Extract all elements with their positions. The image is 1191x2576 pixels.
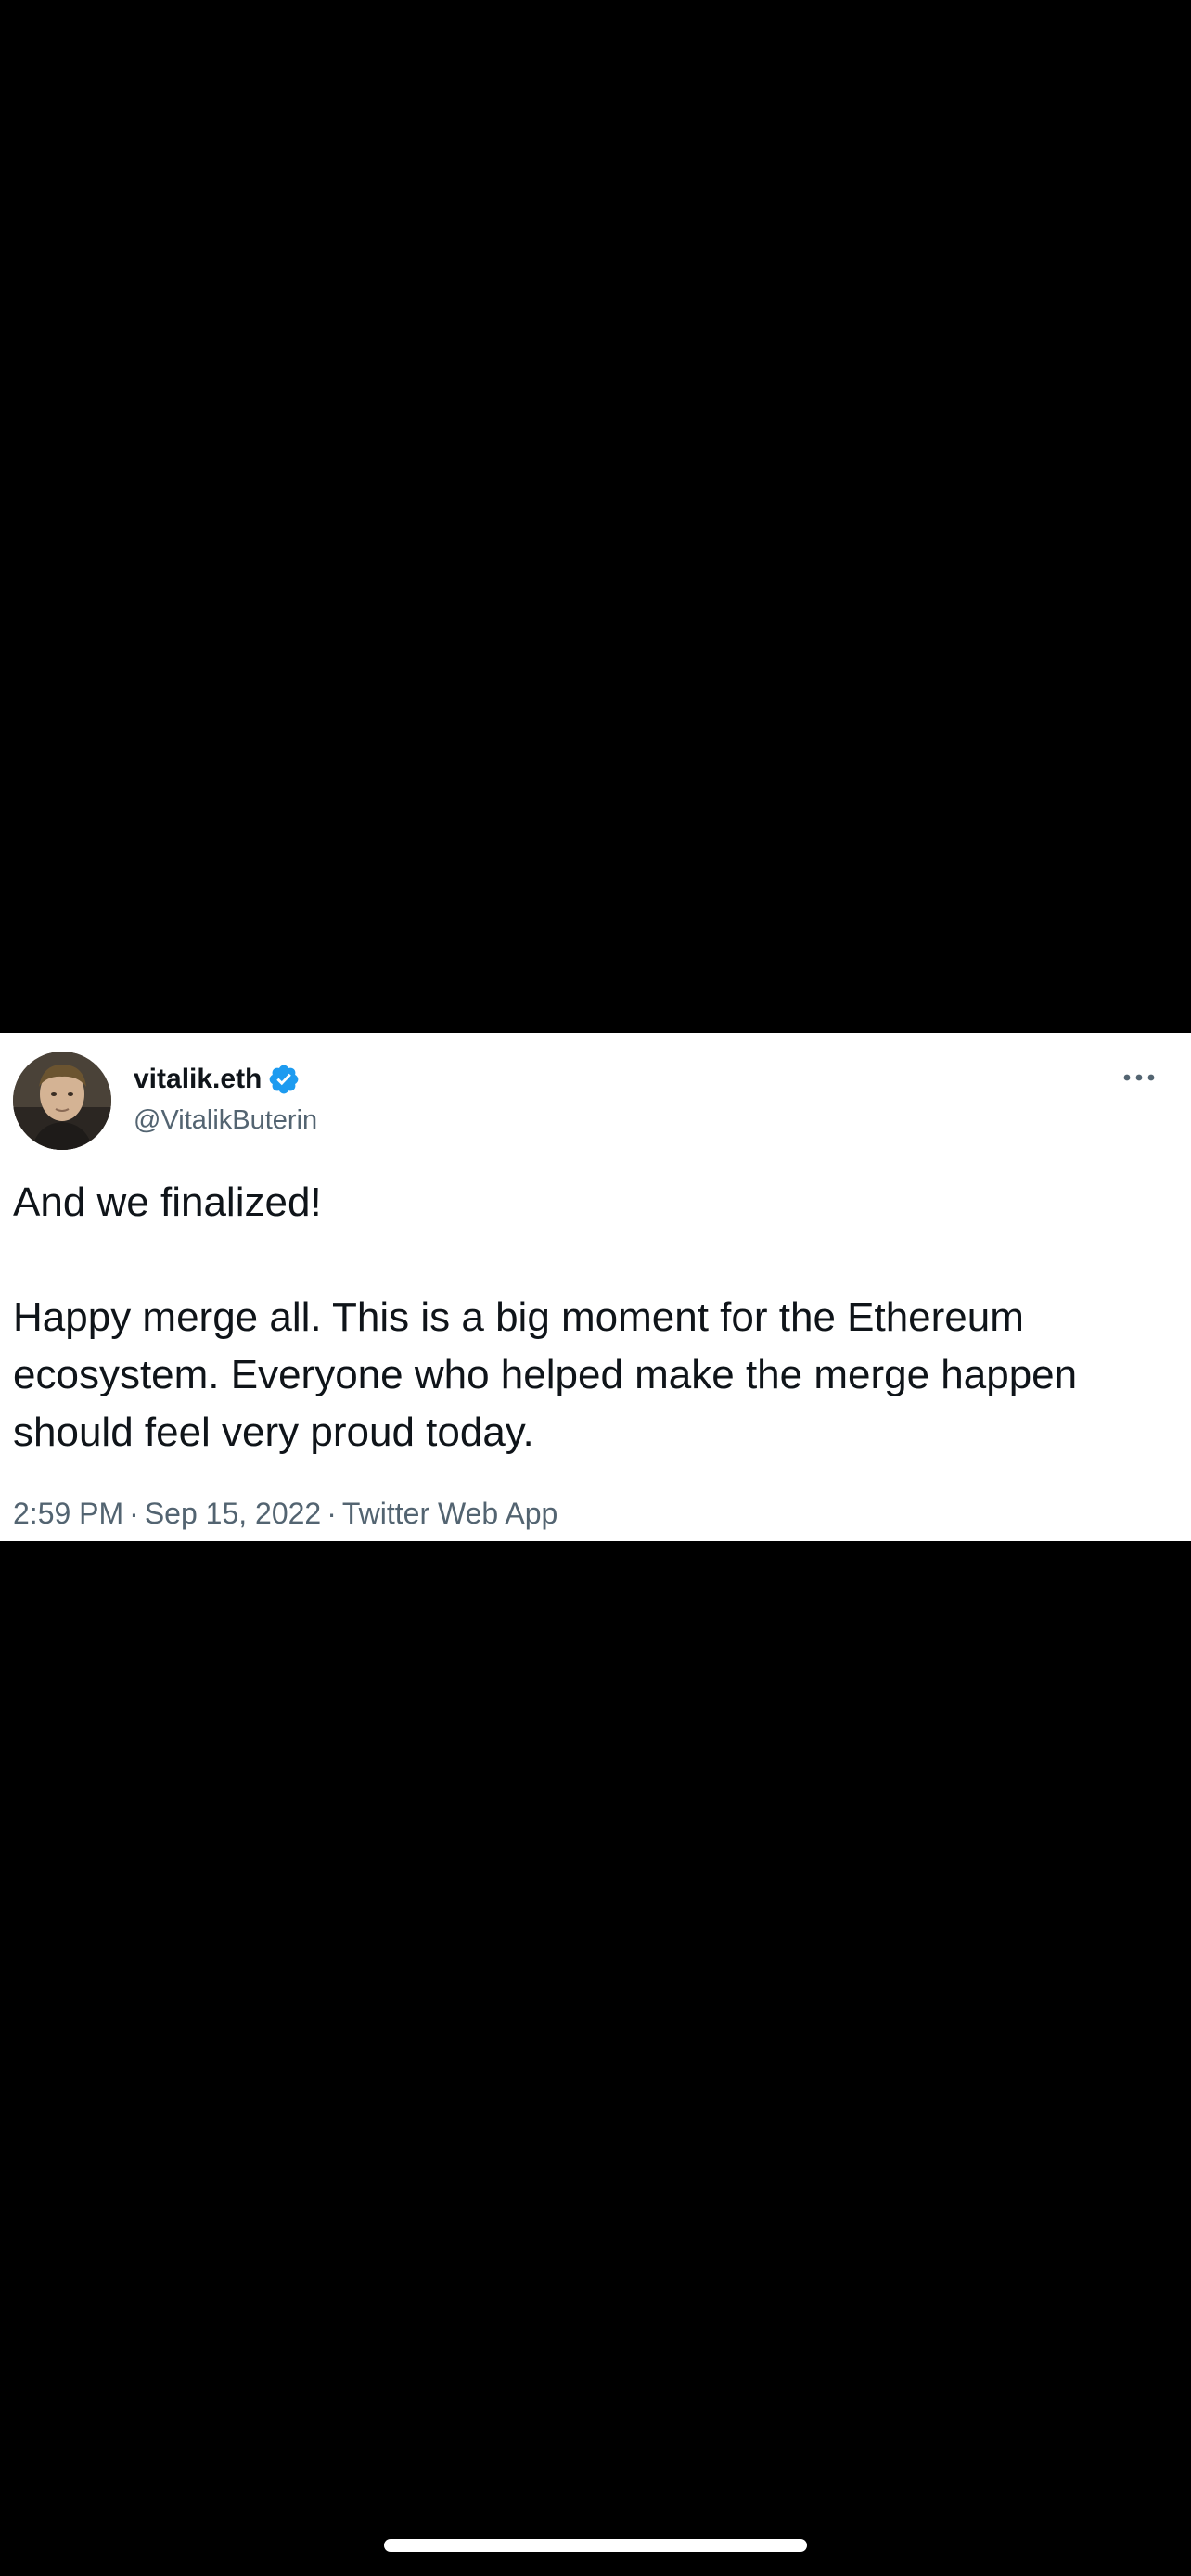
home-indicator[interactable] xyxy=(384,2539,807,2552)
more-options-button[interactable] xyxy=(1113,1059,1165,1096)
more-horizontal-icon xyxy=(1123,1074,1155,1081)
avatar[interactable] xyxy=(13,1052,111,1150)
tweet-date[interactable]: Sep 15, 2022 xyxy=(145,1497,321,1530)
author-name-row: vitalik.eth xyxy=(134,1059,301,1100)
tweet-text-paragraph: Happy merge all. This is a big moment fo… xyxy=(13,1294,1078,1455)
author-handle[interactable]: @VitalikButerin xyxy=(134,1103,317,1138)
screen-background: vitalik.eth @VitalikButerin And we final… xyxy=(0,0,1191,2576)
tweet-time[interactable]: 2:59 PM xyxy=(13,1497,123,1530)
author-display-name[interactable]: vitalik.eth xyxy=(134,1061,262,1098)
tweet-body: And we finalized! Happy merge all. This … xyxy=(13,1174,1178,1461)
tweet-source[interactable]: Twitter Web App xyxy=(342,1497,557,1530)
meta-separator: · xyxy=(327,1497,337,1530)
verified-badge-icon xyxy=(267,1063,301,1096)
tweet-card[interactable]: vitalik.eth @VitalikButerin And we final… xyxy=(0,1033,1191,1541)
meta-separator: · xyxy=(129,1497,139,1530)
avatar-image xyxy=(13,1052,111,1150)
tweet-text-paragraph: And we finalized! xyxy=(13,1180,322,1225)
tweet-meta: 2:59 PM · Sep 15, 2022 · Twitter Web App xyxy=(13,1495,557,1532)
